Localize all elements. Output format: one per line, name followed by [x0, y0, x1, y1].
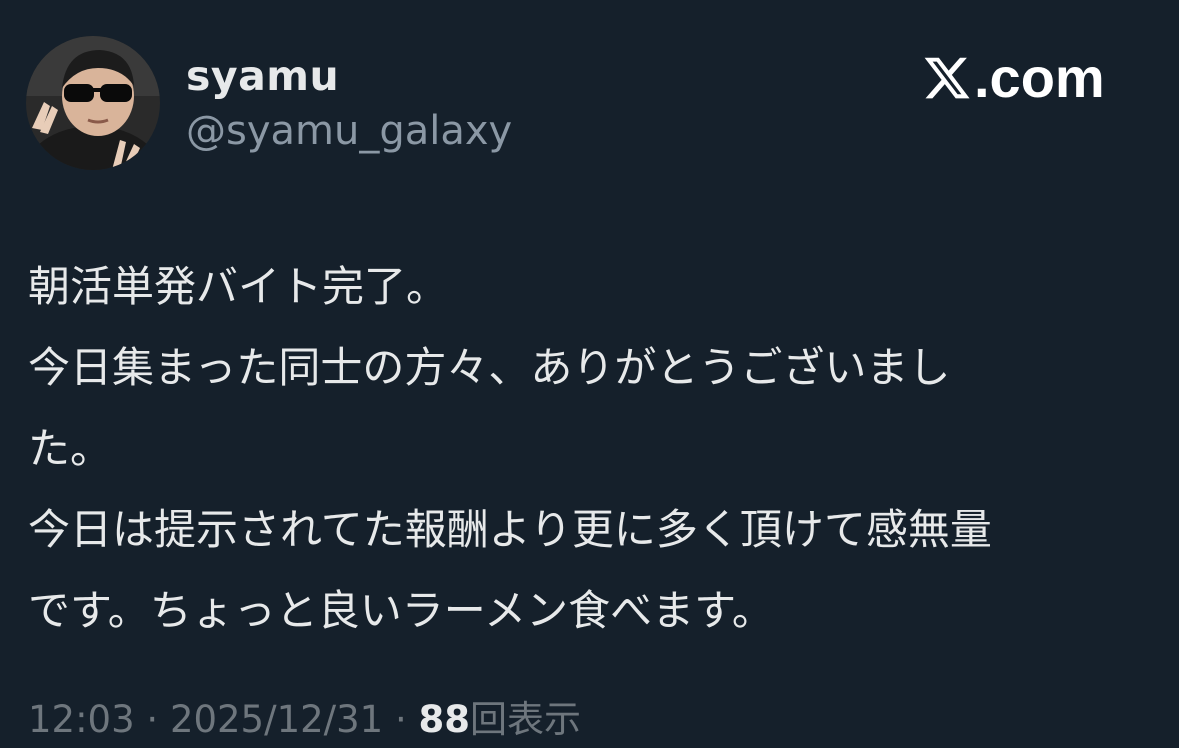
meta-separator: · — [146, 698, 159, 741]
author-display-name[interactable]: syamu — [186, 52, 339, 100]
brand-logo: .com — [922, 48, 1105, 108]
tweet-line: た。 — [28, 424, 113, 473]
avatar[interactable] — [26, 36, 160, 170]
x-logo-icon — [924, 57, 970, 99]
tweet-line: 今日は提示されてた報酬より更に多く頂けて感無量 — [28, 505, 992, 554]
views-label: 回表示 — [470, 698, 581, 741]
brand-text: .com — [974, 46, 1105, 109]
views-count[interactable]: 88 — [419, 698, 471, 741]
tweet-meta: 12:03 · 2025/12/31 · 88回表示 — [28, 692, 581, 748]
tweet-line: 今日集まった同士の方々、ありがとうございまし — [28, 343, 951, 392]
avatar-photo — [26, 36, 160, 170]
meta-separator: · — [394, 698, 407, 741]
tweet-text: 朝活単発バイト完了。 今日集まった同士の方々、ありがとうございまし た。 今日は… — [28, 246, 1158, 651]
tweet-line: 朝活単発バイト完了。 — [28, 262, 449, 311]
tweet-time[interactable]: 12:03 — [28, 698, 135, 741]
author-handle[interactable]: @syamu_galaxy — [186, 108, 512, 154]
tweet-date[interactable]: 2025/12/31 — [170, 698, 383, 741]
tweet-line: です。ちょっと良いラーメン食べます。 — [28, 586, 774, 635]
